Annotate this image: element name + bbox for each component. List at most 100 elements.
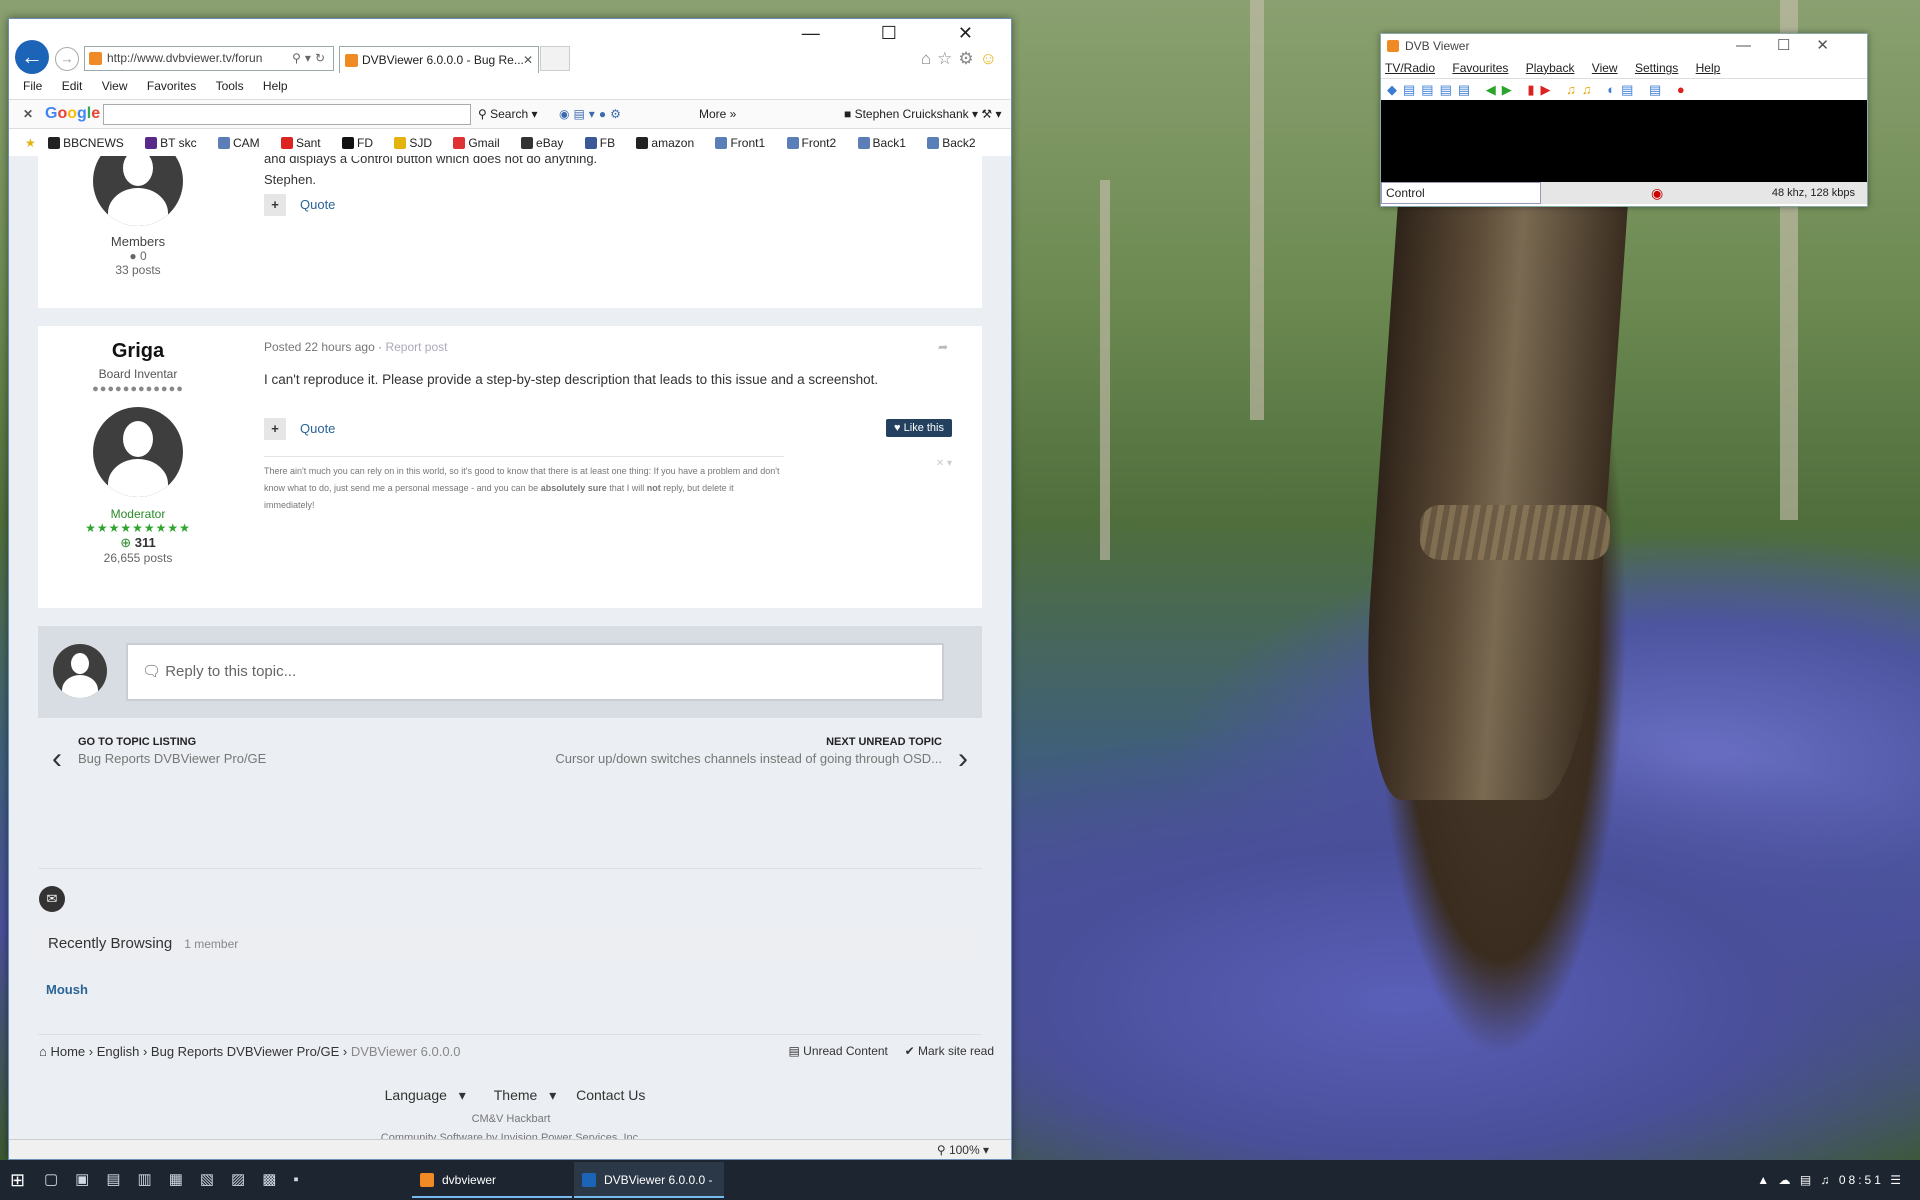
dvb-video-area[interactable]	[1381, 100, 1867, 182]
toolbar-extra-icons[interactable]: ◉▤▾●⚙	[559, 107, 625, 121]
fav-item-cam[interactable]: CAM	[217, 131, 269, 155]
favorites-star-icon[interactable]: ☆	[937, 49, 958, 68]
multiquote-button[interactable]: +	[264, 194, 286, 216]
taskbar-task-dvbviewer[interactable]: dvbviewer	[412, 1162, 572, 1198]
window-controls[interactable]: — ☐ ✕	[802, 23, 1001, 44]
address-url: http://www.dvbviewer.tv/forun	[107, 51, 263, 65]
dvb-window-controls[interactable]: —☐✕	[1736, 34, 1855, 58]
language-menu[interactable]: Language ▾	[377, 1087, 466, 1103]
menu-view[interactable]: View	[102, 75, 128, 97]
dvb-menu-favourites[interactable]: Favourites	[1452, 61, 1508, 75]
next-unread-topic[interactable]: NEXT UNREAD TOPIC Cursor up/down switche…	[555, 736, 942, 766]
go-to-topic-listing[interactable]: GO TO TOPIC LISTING Bug Reports DVBViewe…	[78, 736, 266, 766]
windows-start-icon[interactable]: ⊞	[10, 1170, 25, 1191]
share-icon[interactable]: ➦	[938, 340, 948, 354]
fav-item-front1[interactable]: Front1	[715, 131, 774, 155]
dvb-statusbar: Control ◉ 48 khz, 128 kbps	[1381, 182, 1867, 204]
breadcrumb-home[interactable]: Home	[50, 1044, 85, 1059]
dvb-menu-view[interactable]: View	[1592, 61, 1618, 75]
zoom-level[interactable]: ⚲ 100% ▾	[937, 1140, 989, 1159]
breadcrumb-english[interactable]: English	[97, 1044, 140, 1059]
tab-close-icon[interactable]: ✕	[523, 47, 533, 73]
clock[interactable]: 08:51	[1839, 1173, 1884, 1187]
gear-icon[interactable]: ⚙	[958, 49, 979, 68]
check-icon: ✔	[904, 1044, 918, 1058]
breadcrumb: ⌂ Home › English › Bug Reports DVBViewer…	[39, 1044, 461, 1059]
recently-browsing-user[interactable]: Moush	[46, 982, 88, 997]
multiquote-button[interactable]: +	[264, 418, 286, 440]
chevron-right-icon[interactable]: ›	[958, 742, 968, 776]
back-button[interactable]: ←	[15, 40, 49, 74]
tray-icons[interactable]: ▲ ☁ ▤ ♫	[1757, 1173, 1832, 1187]
fav-item-front2[interactable]: Front2	[786, 131, 846, 155]
new-tab-button[interactable]	[540, 46, 570, 71]
dvb-menu-settings[interactable]: Settings	[1635, 61, 1678, 75]
fav-item-gmail[interactable]: Gmail	[453, 131, 508, 155]
google-search-input[interactable]	[103, 104, 471, 125]
chevron-left-icon[interactable]: ‹	[52, 742, 62, 776]
home-icon[interactable]: ⌂	[921, 49, 937, 68]
address-bar[interactable]: http://www.dvbviewer.tv/forun ⚲▾↻	[84, 46, 334, 71]
fav-item-bt[interactable]: BT skc	[145, 131, 205, 155]
menu-file[interactable]: File	[23, 75, 42, 97]
dvb-menu-playback[interactable]: Playback	[1526, 61, 1575, 75]
google-search-button[interactable]: ⚲ Search ▾	[478, 107, 538, 121]
google-logo: Google	[45, 105, 101, 122]
taskbar-pinned-icons[interactable]: ▢▣▤▥▦▧▨▩▪	[44, 1170, 316, 1188]
fav-item-ebay[interactable]: eBay	[521, 131, 572, 155]
dvb-menu-help[interactable]: Help	[1696, 61, 1721, 75]
fav-item-amazon[interactable]: amazon	[636, 131, 703, 155]
unread-content-link[interactable]: ▤ Unread Content	[789, 1044, 888, 1058]
fav-item-fd[interactable]: FD	[341, 131, 382, 155]
browser-statusbar: ⚲ 100% ▾	[9, 1139, 1011, 1159]
quote-button[interactable]: Quote	[300, 197, 335, 212]
favorites-add-icon[interactable]: ★	[25, 131, 36, 155]
reply-input[interactable]: 🗨 Reply to this topic...	[126, 643, 944, 701]
dvb-record-indicator-icon: ◉	[1651, 185, 1664, 201]
menu-edit[interactable]: Edit	[62, 75, 83, 97]
follow-mail-icon[interactable]: ✉	[39, 886, 65, 912]
fav-item-back1[interactable]: Back1	[857, 131, 915, 155]
fav-item-sant[interactable]: Sant	[280, 131, 330, 155]
fav-item-sjd[interactable]: SJD	[394, 131, 441, 155]
author-name[interactable]: Griga	[38, 340, 238, 363]
more-button[interactable]: More »	[699, 107, 736, 121]
wallpaper-thin-tree	[1100, 180, 1110, 560]
close-toolbar-icon[interactable]: ✕	[23, 107, 33, 121]
notification-icon[interactable]: ☰	[1890, 1173, 1904, 1187]
post-time[interactable]: 22 hours ago	[305, 340, 375, 354]
post-actions: + Quote	[264, 418, 335, 440]
dvbviewer-task-icon	[420, 1173, 434, 1187]
dvb-control-button[interactable]: Control	[1381, 182, 1541, 204]
report-post-link[interactable]: Report post	[385, 340, 447, 354]
favorites-bar: ★ BBCNEWS BT skc CAM Sant FD SJD Gmail e…	[9, 131, 1011, 155]
comment-icon: 🗨	[142, 663, 166, 680]
dvb-toolbar[interactable]: ◆▤▤▤▤ ◀▶ ▮▶ ♫♫ ◐▤ ▤ ●	[1381, 78, 1867, 100]
address-icons[interactable]: ⚲▾↻	[292, 47, 329, 70]
signature-hide-icon[interactable]: ✕ ▾	[936, 458, 952, 469]
google-user-menu[interactable]: ■ Stephen Cruickshank ▾ ⚒ ▾	[844, 107, 1001, 121]
menu-tools[interactable]: Tools	[216, 75, 244, 97]
rank-pips: ●●●●●●●●●●●●	[92, 383, 184, 395]
quote-button[interactable]: Quote	[300, 421, 335, 436]
system-tray: ▲ ☁ ▤ ♫ 08:51 ☰	[1757, 1160, 1904, 1200]
forward-button[interactable]: →	[55, 47, 79, 71]
fav-item-bbcnews[interactable]: BBCNEWS	[48, 131, 133, 155]
divider	[38, 868, 982, 869]
theme-menu[interactable]: Theme ▾	[486, 1087, 557, 1103]
dvb-menu-tv-radio[interactable]: TV/Radio	[1385, 61, 1435, 75]
tab-title: DVBViewer 6.0.0.0 - Bug Re...	[362, 53, 524, 67]
menu-favorites[interactable]: Favorites	[147, 75, 196, 97]
avatar[interactable]	[93, 407, 183, 497]
fav-item-back2[interactable]: Back2	[927, 131, 984, 155]
like-button[interactable]: ♥ Like this	[886, 419, 952, 437]
avatar[interactable]	[93, 156, 183, 226]
mark-site-read-link[interactable]: ✔ Mark site read	[905, 1044, 994, 1058]
feedback-smiley-icon[interactable]: ☺	[980, 49, 1003, 68]
fav-item-fb[interactable]: FB	[584, 131, 624, 155]
menu-help[interactable]: Help	[263, 75, 288, 97]
browser-tab-active[interactable]: DVBViewer 6.0.0.0 - Bug Re... ✕	[339, 46, 539, 73]
taskbar-task-browser[interactable]: DVBViewer 6.0.0.0 - B...	[574, 1162, 724, 1198]
contact-us-link[interactable]: Contact Us	[576, 1087, 645, 1103]
breadcrumb-bug-reports[interactable]: Bug Reports DVBViewer Pro/GE	[151, 1044, 339, 1059]
